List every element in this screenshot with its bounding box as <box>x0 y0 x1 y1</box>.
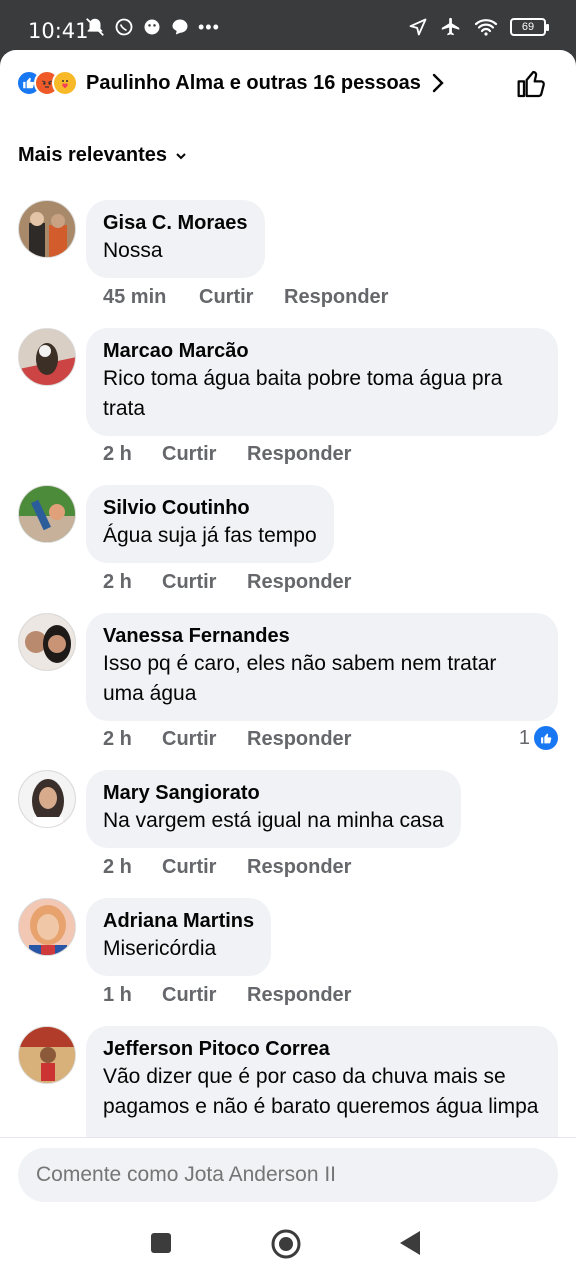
like-post-icon[interactable] <box>516 68 548 100</box>
like-comment-button[interactable]: Curtir <box>162 856 247 879</box>
comment-author[interactable]: Gisa C. Moraes <box>103 210 248 236</box>
reply-comment-button[interactable]: Responder <box>247 856 351 879</box>
comment-composer <box>0 1137 576 1210</box>
like-comment-button[interactable]: Curtir <box>162 443 247 466</box>
avatar[interactable] <box>18 328 76 386</box>
notifications-muted-icon <box>86 18 104 36</box>
comment-author[interactable]: Mary Sangiorato <box>103 780 444 806</box>
comment-time: 2 h <box>103 728 132 750</box>
avatar[interactable] <box>18 200 76 258</box>
comment-author[interactable]: Silvio Coutinho <box>103 495 317 521</box>
avatar[interactable] <box>18 770 76 828</box>
comment-author[interactable]: Vanessa Fernandes <box>103 623 541 649</box>
whatsapp-icon <box>115 18 133 36</box>
like-count-value: 1 <box>518 726 530 749</box>
airplane-icon <box>441 17 460 36</box>
reply-comment-button[interactable]: Responder <box>247 984 351 1007</box>
comments-sheet: Paulinho Alma e outras 16 pessoas Mais r… <box>0 50 576 1210</box>
avatar[interactable] <box>18 1026 76 1084</box>
comment-bubble[interactable]: Vanessa Fernandes Isso pq é caro, eles n… <box>86 613 558 721</box>
comment-time: 2 h <box>103 443 132 465</box>
avatar[interactable] <box>18 613 76 671</box>
wifi-icon <box>474 19 498 36</box>
comment-time: 45 min <box>103 286 167 308</box>
comment-time: 1 h <box>103 984 132 1006</box>
chevron-down-icon <box>176 152 186 159</box>
reactions-summary-text: Paulinho Alma e outras 16 pessoas <box>86 71 421 94</box>
comment-like-count[interactable]: 1 <box>519 726 558 750</box>
status-time: 10:41 <box>28 19 89 43</box>
comment-bubble[interactable]: Gisa C. Moraes Nossa <box>86 200 265 278</box>
home-icon[interactable] <box>270 1228 302 1260</box>
more-notifications-icon: ••• <box>198 16 220 37</box>
back-icon[interactable] <box>398 1230 422 1256</box>
location-icon <box>409 18 427 36</box>
comment-author[interactable]: Marcao Marcão <box>103 338 541 364</box>
recent-apps-icon[interactable] <box>150 1232 172 1254</box>
comment-text: Misericórdia <box>103 937 217 960</box>
comment-text: Isso pq é caro, eles não sabem nem trata… <box>103 652 497 705</box>
navigation-bar <box>0 1210 576 1280</box>
app-icon <box>144 19 160 35</box>
comment-text: Vão dizer que é por caso da chuva mais s… <box>103 1065 539 1118</box>
comment-input[interactable] <box>18 1148 558 1202</box>
sort-dropdown[interactable]: Mais relevantes <box>18 144 187 167</box>
status-bar: 10:41 ••• 69 <box>0 0 576 50</box>
comment-text: Na vargem está igual na minha casa <box>103 809 444 832</box>
comment-author[interactable]: Jefferson Pitoco Correa <box>103 1036 541 1062</box>
battery-icon: 69 <box>510 18 549 36</box>
reply-comment-button[interactable]: Responder <box>247 571 351 594</box>
comment-bubble[interactable]: Silvio Coutinho Água suja já fas tempo <box>86 485 334 563</box>
comment-text: Água suja já fas tempo <box>103 524 317 547</box>
reactions-summary[interactable]: Paulinho Alma e outras 16 pessoas <box>16 70 445 96</box>
comment-text: Rico toma água baita pobre toma água pra… <box>103 367 503 420</box>
like-comment-button[interactable]: Curtir <box>199 286 284 309</box>
comment-bubble[interactable]: Marcao Marcão Rico toma água baita pobre… <box>86 328 558 436</box>
comment-time: 2 h <box>103 856 132 878</box>
like-comment-button[interactable]: Curtir <box>162 571 247 594</box>
sort-label: Mais relevantes <box>18 144 167 166</box>
reply-comment-button[interactable]: Responder <box>284 286 388 309</box>
like-comment-button[interactable]: Curtir <box>162 984 247 1007</box>
comment-author[interactable]: Adriana Martins <box>103 908 254 934</box>
care-reaction-icon <box>52 70 78 96</box>
comment-text: Nossa <box>103 239 163 262</box>
comment-bubble[interactable]: Adriana Martins Misericórdia <box>86 898 272 976</box>
like-comment-button[interactable]: Curtir <box>162 728 247 751</box>
messenger-icon <box>172 19 188 35</box>
reply-comment-button[interactable]: Responder <box>247 728 351 751</box>
avatar[interactable] <box>18 898 76 956</box>
reply-comment-button[interactable]: Responder <box>247 443 351 466</box>
avatar[interactable] <box>18 485 76 543</box>
like-reaction-icon <box>534 726 558 750</box>
comment-bubble[interactable]: Mary Sangiorato Na vargem está igual na … <box>86 770 461 848</box>
chevron-right-icon <box>432 73 444 93</box>
comment-time: 2 h <box>103 571 132 593</box>
